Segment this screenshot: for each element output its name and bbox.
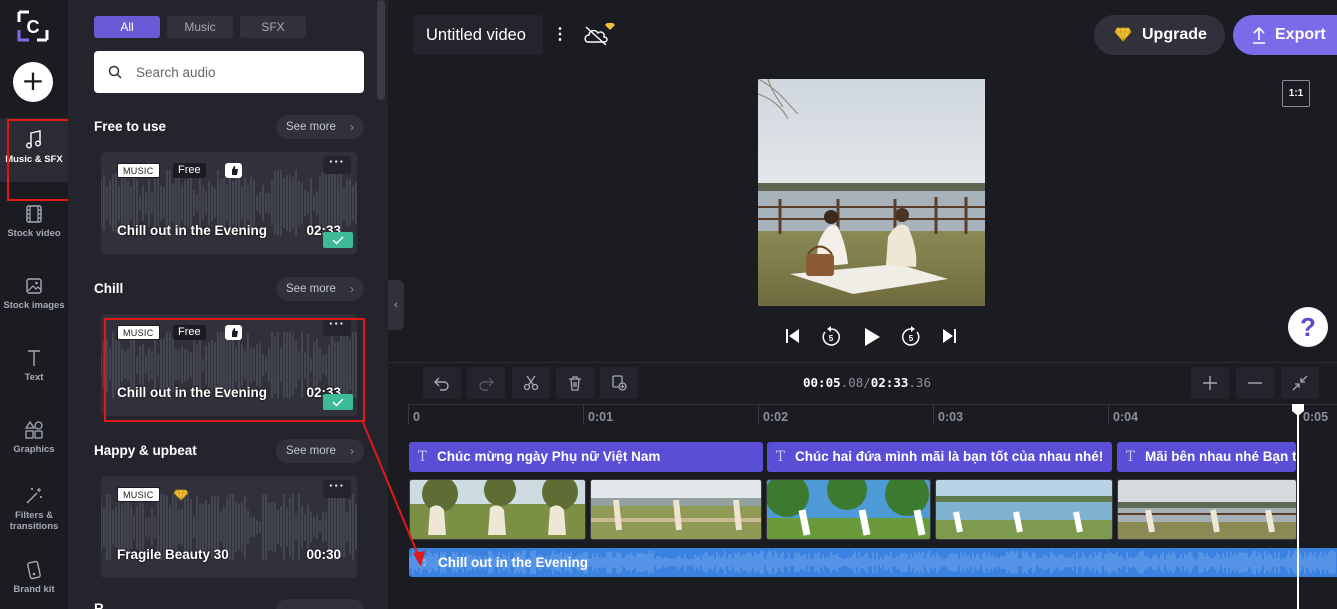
annotation-arrow	[361, 419, 425, 567]
clipchamp-editor: C + Music & SFX Stock video Stock images…	[0, 0, 1337, 609]
